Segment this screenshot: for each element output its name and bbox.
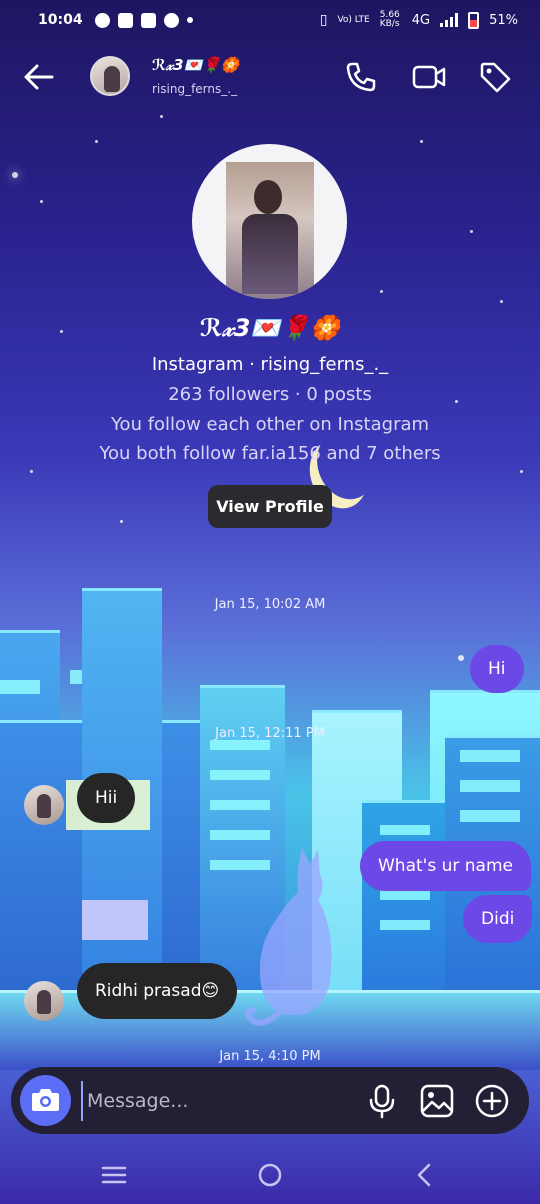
profile-stats: 263 followers · 0 posts — [168, 384, 372, 405]
volte-icon: Vo) LTE — [337, 14, 370, 25]
sent-message[interactable]: Hi — [470, 645, 524, 693]
sent-message[interactable]: What's ur name — [360, 841, 531, 891]
back-nav-icon[interactable] — [407, 1158, 443, 1192]
arrow-left-icon[interactable] — [22, 60, 56, 94]
message-composer — [11, 1067, 529, 1134]
system-nav-bar — [0, 1146, 540, 1204]
video-camera-icon[interactable] — [412, 60, 446, 94]
network-speed: 5.66 KB/s — [379, 10, 400, 29]
tag-icon[interactable] — [478, 60, 512, 94]
facebook-icon — [94, 12, 110, 28]
status-bar: 10:04 ▯ Vo) LTE 5.66 KB/s 4G 51% — [0, 0, 540, 40]
received-message[interactable]: Hii — [77, 773, 136, 823]
sent-message[interactable]: Didi — [463, 895, 533, 943]
image-icon[interactable] — [419, 1083, 455, 1119]
dot-icon — [186, 17, 193, 23]
header-name[interactable]: ℛ𝓍3💌🌹🏵️ — [152, 56, 240, 74]
status-right: ▯ Vo) LTE 5.66 KB/s 4G 51% — [320, 11, 518, 29]
profile-mutual-follows: You both follow far.ia156 and 7 others — [99, 443, 441, 464]
plus-circle-icon[interactable] — [474, 1083, 510, 1119]
received-message[interactable]: Ridhi prasad😊 — [77, 963, 238, 1019]
header-avatar[interactable] — [90, 56, 130, 96]
profile-avatar[interactable] — [192, 144, 347, 299]
battery-icon — [468, 11, 480, 29]
chat-header: ℛ𝓍3💌🌹🏵️ rising_ferns_._ — [0, 48, 540, 108]
recent-apps-icon[interactable] — [96, 1158, 132, 1192]
profile-follow-status: You follow each other on Instagram — [110, 414, 430, 435]
battery-percent: 51% — [489, 12, 518, 28]
mail-icon — [140, 12, 156, 28]
timestamp: Jan 15, 4:10 PM — [219, 1049, 321, 1064]
sender-avatar[interactable] — [24, 785, 64, 825]
camera-button[interactable] — [20, 1075, 71, 1126]
home-icon[interactable] — [252, 1158, 288, 1192]
phone-icon[interactable] — [344, 60, 378, 94]
profile-instagram-line: Instagram · rising_ferns_._ — [151, 354, 389, 375]
instagram-icon — [117, 12, 133, 28]
message-input[interactable] — [81, 1081, 351, 1121]
status-time: 10:04 — [38, 12, 83, 28]
cat-silhouette-decoration — [245, 848, 332, 1026]
camera-icon — [32, 1089, 59, 1111]
header-username[interactable]: rising_ferns_._ — [152, 82, 237, 96]
profile-name: ℛ𝓍3💌🌹🏵️ — [199, 314, 341, 342]
microphone-icon[interactable] — [364, 1083, 400, 1119]
signal-icon — [440, 13, 459, 27]
timestamp: Jan 15, 12:11 PM — [215, 726, 325, 741]
network-type: 4G — [411, 12, 431, 28]
clock-icon — [163, 12, 179, 28]
sender-avatar[interactable] — [24, 981, 64, 1021]
view-profile-button[interactable]: View Profile — [208, 485, 332, 528]
vibrate-icon: ▯ — [319, 12, 328, 28]
notification-icons — [94, 12, 193, 28]
timestamp: Jan 15, 10:02 AM — [214, 597, 326, 612]
